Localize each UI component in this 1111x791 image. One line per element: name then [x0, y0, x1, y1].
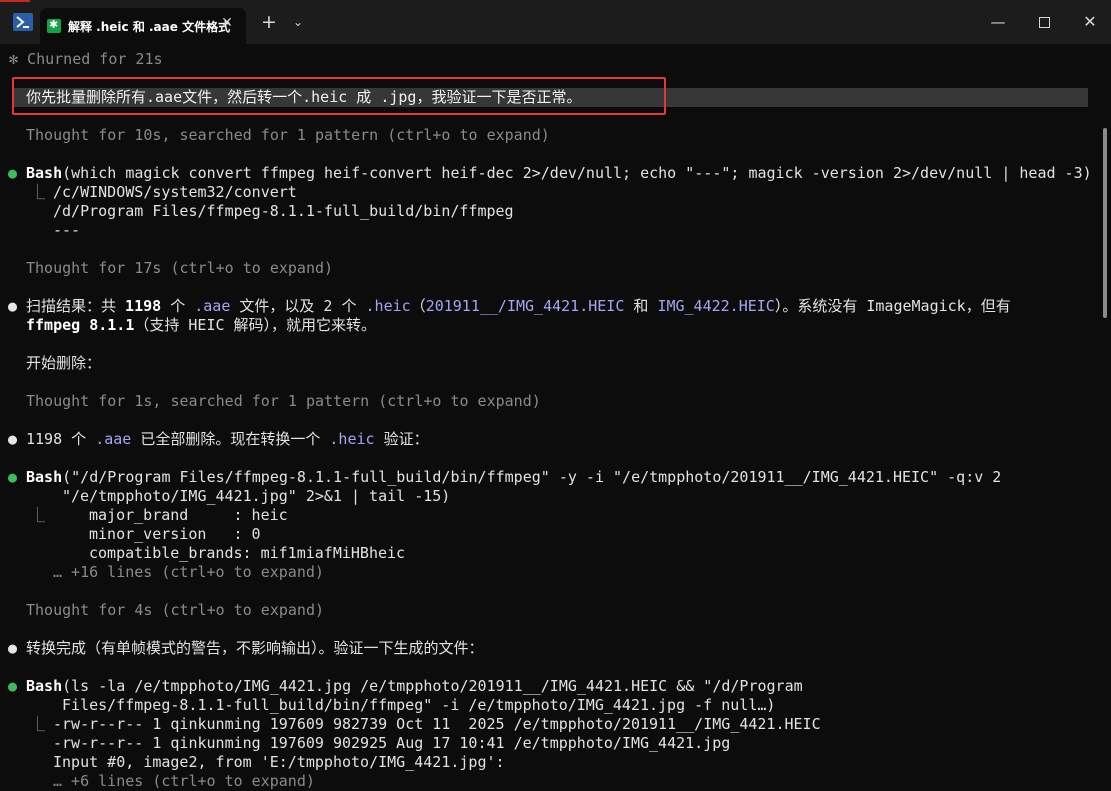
- assistant-message: 扫描结果：共 1198 个 .aae 文件，以及 2 个 .heic（20191…: [26, 297, 1011, 315]
- tool-output-line: -rw-r--r-- 1 qinkunming 197609 982739 Oc…: [53, 715, 821, 733]
- tab-title: 解释 .heic 和 .aae 文件格式: [68, 20, 231, 34]
- tool-output-line: -rw-r--r-- 1 qinkunming 197609 902925 Au…: [53, 734, 731, 752]
- tool-call-bash-cont: Files/ffmpeg-8.1.1-full_build/bin/ffmpeg…: [62, 696, 776, 714]
- vertical-scrollbar[interactable]: [1103, 128, 1107, 318]
- output-elbow-icon: ⎿: [30, 715, 46, 733]
- tool-call-bash: Bash("/d/Program Files/ffmpeg-8.1.1-full…: [26, 468, 1002, 486]
- success-dot-icon: ●: [8, 677, 18, 695]
- new-tab-button[interactable]: +: [258, 9, 280, 35]
- minimize-button[interactable]: —: [983, 9, 1013, 35]
- tool-call-bash: Bash(which magick convert ffmpeg heif-co…: [26, 164, 1092, 182]
- assistant-message: 转换完成（有单帧模式的警告，不影响输出）。验证一下生成的文件：: [26, 639, 484, 657]
- assistant-message: 1198 个 .aae 已全部删除。现在转换一个 .heic 验证：: [26, 430, 429, 448]
- churned-status: ✻ Churned for 21s: [9, 50, 163, 68]
- chevron-down-icon[interactable]: ⌄: [288, 9, 308, 35]
- highlight-annotation: [12, 77, 666, 115]
- terminal-output[interactable]: ✻ Churned for 21s 你先批量删除所有.aae文件，然后转一个.h…: [0, 44, 1111, 791]
- tool-output-line: compatible_brands: mif1miafMiHBheic: [89, 544, 406, 562]
- output-elbow-icon: ⎿: [30, 506, 46, 524]
- expand-lines-link[interactable]: … +6 lines (ctrl+o to expand): [53, 772, 315, 791]
- thought-line: Thought for 4s (ctrl+o to expand): [26, 601, 325, 619]
- tab-close-icon[interactable]: ✕: [219, 15, 235, 31]
- assistant-message: 开始删除：: [26, 354, 102, 372]
- success-dot-icon: ●: [8, 164, 18, 182]
- maximize-button[interactable]: [1029, 9, 1059, 35]
- success-dot-icon: ●: [8, 468, 18, 486]
- message-dot-icon: ●: [8, 639, 18, 657]
- tool-output-line: minor_version : 0: [89, 525, 261, 543]
- claude-tab-icon: [47, 18, 61, 33]
- tool-output-line: /c/WINDOWS/system32/convert: [53, 183, 297, 201]
- tool-output-line: major_brand : heic: [89, 506, 288, 524]
- thought-line: Thought for 10s, searched for 1 pattern …: [26, 126, 550, 144]
- expand-lines-link[interactable]: … +16 lines (ctrl+o to expand): [53, 563, 324, 582]
- tab-active[interactable]: 解释 .heic 和 .aae 文件格式 ✕: [40, 8, 246, 44]
- tool-output-line: Input #0, image2, from 'E:/tmpphoto/IMG_…: [53, 753, 505, 771]
- tool-output-line: /d/Program Files/ffmpeg-8.1.1-full_build…: [53, 202, 514, 220]
- maximize-icon: [1038, 17, 1050, 28]
- message-dot-icon: ●: [8, 430, 18, 448]
- powershell-icon[interactable]: [13, 13, 33, 31]
- assistant-message-cont: ffmpeg 8.1.1（支持 HEIC 解码），就用它来转。: [26, 316, 377, 334]
- tool-output-line: ---: [53, 221, 81, 239]
- thought-line: Thought for 1s, searched for 1 pattern (…: [26, 392, 541, 410]
- accent-strip: [0, 0, 30, 2]
- tool-call-bash-cont: "/e/tmpphoto/IMG_4421.jpg" 2>&1 | tail -…: [62, 487, 451, 505]
- close-window-button[interactable]: ✕: [1075, 9, 1105, 35]
- tool-call-bash: Bash(ls -la /e/tmpphoto/IMG_4421.jpg /e/…: [26, 677, 803, 695]
- message-dot-icon: ●: [8, 297, 18, 315]
- output-elbow-icon: ⎿: [30, 183, 46, 201]
- title-bar: 解释 .heic 和 .aae 文件格式 ✕ + ⌄ — ✕: [0, 0, 1111, 44]
- thought-line: Thought for 17s (ctrl+o to expand): [26, 259, 334, 277]
